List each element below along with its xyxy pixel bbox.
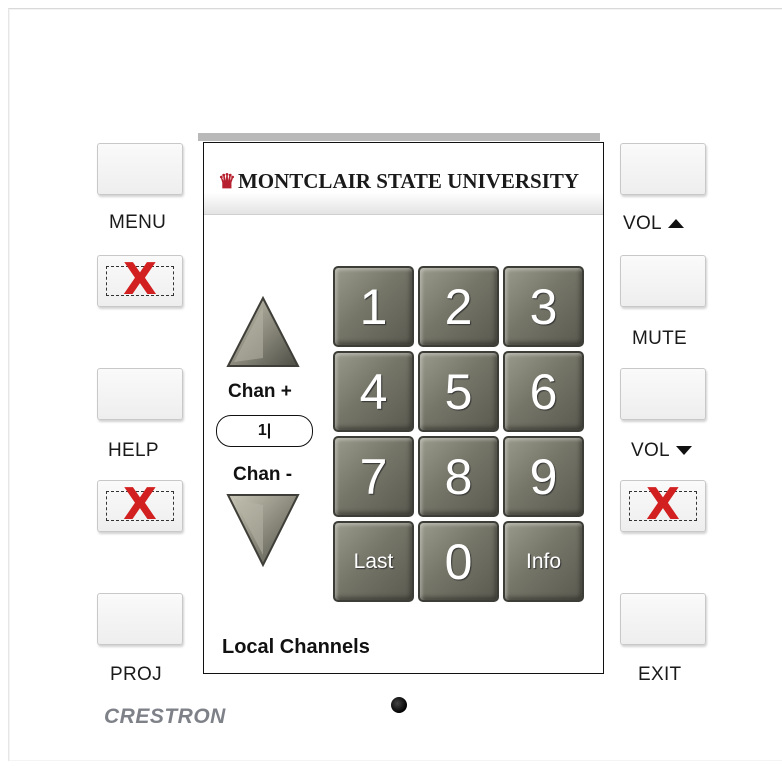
key-2-label: 2 bbox=[444, 278, 473, 335]
key-last-label: Last bbox=[353, 549, 394, 573]
disabled-x-icon: X bbox=[123, 254, 157, 305]
key-info[interactable]: Info bbox=[503, 521, 584, 602]
vol-down-label: VOL bbox=[631, 440, 692, 462]
disabled-x-icon: X bbox=[646, 479, 680, 530]
key-5-label: 5 bbox=[444, 363, 473, 420]
key-2[interactable]: 2 bbox=[418, 266, 499, 347]
vol-down-button[interactable] bbox=[620, 368, 706, 420]
key-9-label: 9 bbox=[529, 448, 558, 505]
key-1[interactable]: 1 bbox=[333, 266, 414, 347]
key-7[interactable]: 7 bbox=[333, 436, 414, 517]
key-8[interactable]: 8 bbox=[418, 436, 499, 517]
university-name: MONTCLAIR STATE UNIVERSITY bbox=[237, 169, 580, 193]
key-8-label: 8 bbox=[444, 448, 473, 505]
key-3[interactable]: 3 bbox=[503, 266, 584, 347]
screen-bezel bbox=[198, 133, 600, 141]
key-5[interactable]: 5 bbox=[418, 351, 499, 432]
exit-button[interactable] bbox=[620, 593, 706, 645]
help-button[interactable] bbox=[97, 368, 183, 420]
disabled-x-icon: X bbox=[123, 479, 157, 530]
proj-label: PROJ bbox=[110, 664, 162, 685]
triangle-down-icon bbox=[675, 446, 692, 456]
left-disabled-button-2[interactable]: X bbox=[97, 479, 183, 532]
chan-down-label: Chan - bbox=[233, 464, 293, 485]
menu-label: MENU bbox=[109, 212, 167, 233]
university-title: ♛MONTCLAIR STATE UNIVERSITY bbox=[218, 169, 579, 194]
vol-up-text: VOL bbox=[623, 213, 662, 234]
key-info-label: Info bbox=[525, 549, 562, 573]
proj-button[interactable] bbox=[97, 593, 183, 645]
mute-label: MUTE bbox=[632, 328, 688, 349]
vol-up-label: VOL bbox=[623, 213, 684, 235]
key-9[interactable]: 9 bbox=[503, 436, 584, 517]
left-disabled-button-1[interactable]: X bbox=[97, 254, 183, 307]
mute-button[interactable] bbox=[620, 255, 706, 307]
key-4-label: 4 bbox=[359, 363, 388, 420]
menu-button[interactable] bbox=[97, 143, 183, 195]
vol-down-text: VOL bbox=[631, 440, 670, 461]
triangle-up-icon bbox=[667, 219, 684, 229]
ir-sensor bbox=[391, 697, 407, 713]
channel-entry-field[interactable]: 1| bbox=[216, 415, 313, 447]
vol-up-button[interactable] bbox=[620, 143, 706, 195]
right-disabled-button[interactable]: X bbox=[620, 479, 706, 532]
chan-up-label: Chan + bbox=[228, 381, 292, 402]
chan-down-arrow-button[interactable] bbox=[226, 493, 300, 567]
screen-header: ♛MONTCLAIR STATE UNIVERSITY bbox=[204, 143, 603, 215]
screen-footer-title: Local Channels bbox=[222, 636, 370, 658]
key-6-label: 6 bbox=[529, 363, 558, 420]
exit-label: EXIT bbox=[638, 664, 682, 685]
key-6[interactable]: 6 bbox=[503, 351, 584, 432]
help-label: HELP bbox=[108, 440, 159, 461]
key-4[interactable]: 4 bbox=[333, 351, 414, 432]
chan-up-arrow-button[interactable] bbox=[226, 296, 300, 368]
key-0[interactable]: 0 bbox=[418, 521, 499, 602]
crestron-logo: CRESTRON bbox=[104, 705, 226, 728]
key-7-label: 7 bbox=[359, 448, 388, 505]
key-3-label: 3 bbox=[529, 278, 558, 335]
key-0-label: 0 bbox=[444, 533, 473, 590]
key-1-label: 1 bbox=[359, 278, 388, 335]
university-logo-icon: ♛ bbox=[218, 171, 236, 193]
key-last[interactable]: Last bbox=[333, 521, 414, 602]
